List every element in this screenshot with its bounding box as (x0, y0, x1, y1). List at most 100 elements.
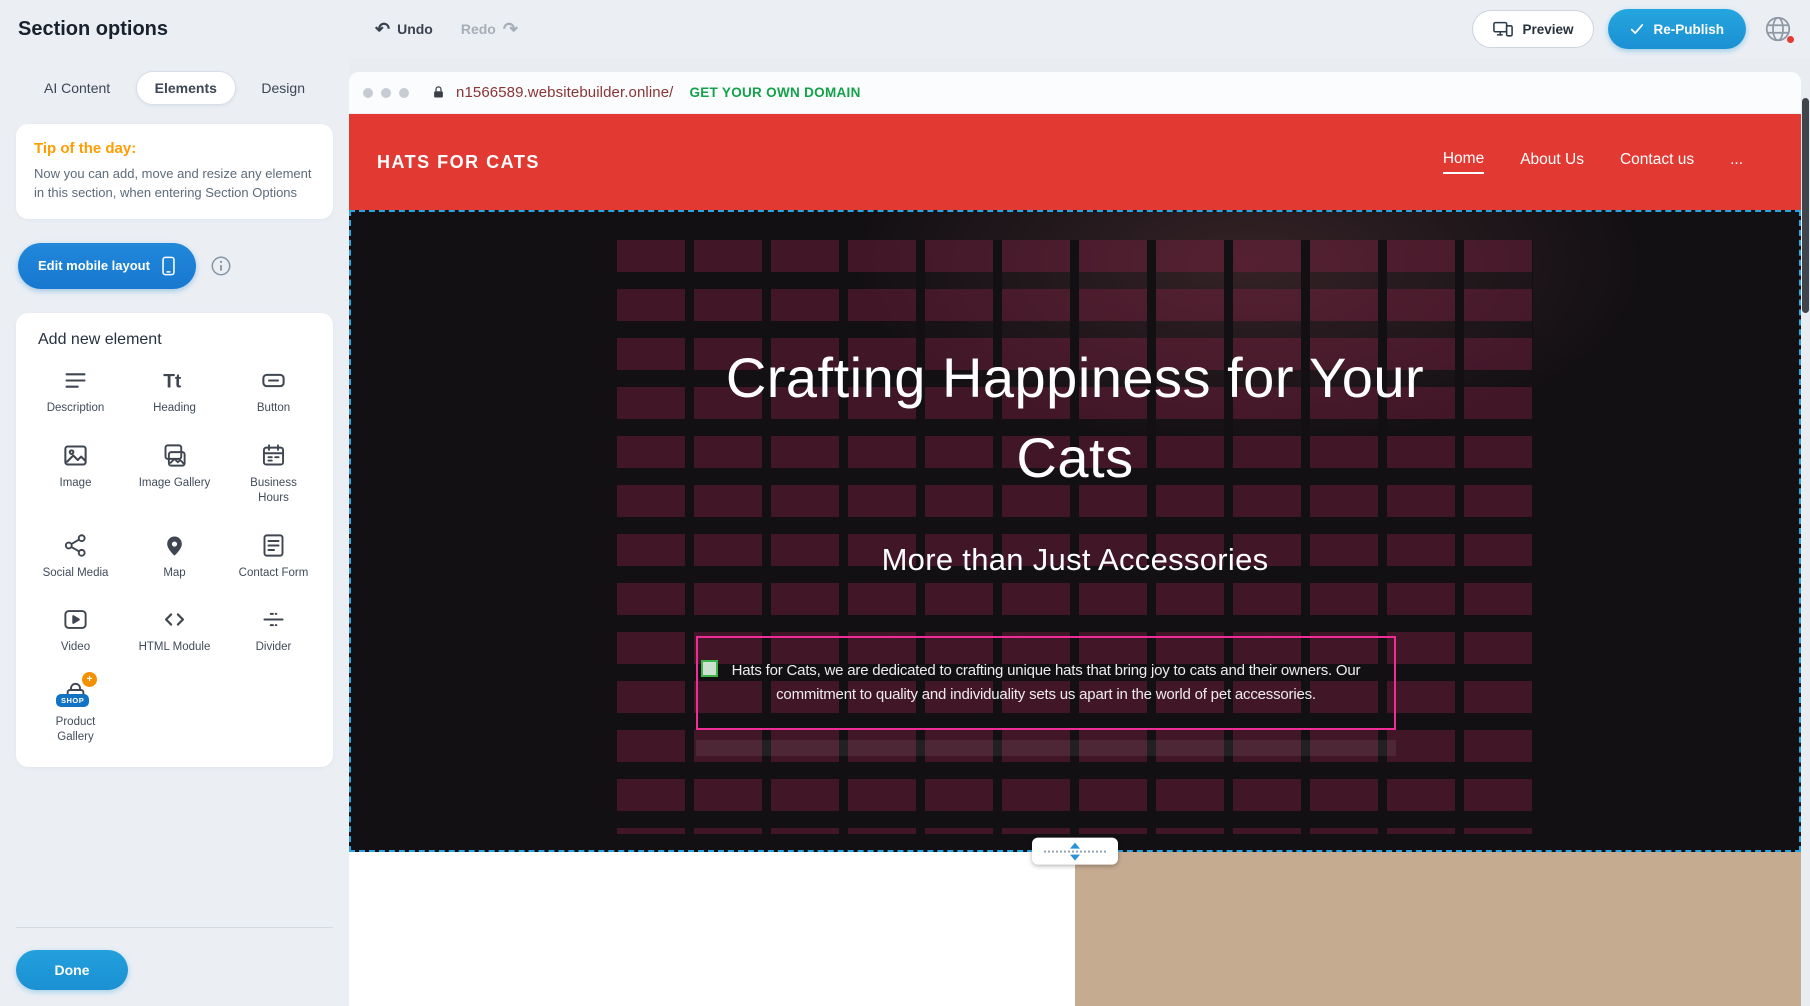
add-element-image[interactable]: Image (28, 442, 123, 506)
redo-icon: ↷ (503, 20, 518, 38)
window-dots (363, 88, 409, 98)
undo-label: Undo (397, 21, 433, 37)
app: Section options ↶ Undo Redo ↷ Preview (0, 0, 1810, 1006)
get-domain-link[interactable]: GET YOUR OWN DOMAIN (689, 85, 860, 100)
done-button[interactable]: Done (16, 950, 128, 990)
history-controls: ↶ Undo Redo ↷ (375, 20, 518, 38)
sidebar-divider (16, 927, 333, 928)
element-label: Video (61, 640, 90, 655)
tab-ai-content[interactable]: AI Content (26, 72, 128, 104)
notification-dot (1787, 36, 1794, 43)
sidebar-tabs: AI Content Elements Design (16, 66, 333, 110)
phone-icon (161, 256, 176, 276)
element-label: Product Gallery (39, 715, 113, 745)
add-element-business-hours[interactable]: Business Hours (226, 442, 321, 506)
section-resize-handle[interactable] (1032, 838, 1118, 865)
hero-text-block: Crafting Happiness for Your Cats More th… (351, 212, 1799, 578)
add-element-panel: Add new element Description Tt Heading (16, 313, 333, 768)
add-element-button[interactable]: Button (226, 367, 321, 416)
check-icon (1630, 23, 1644, 35)
hero-heading[interactable]: Crafting Happiness for Your Cats (690, 338, 1460, 498)
hero-body-text: Hats for Cats, we are dedicated to craft… (718, 659, 1374, 707)
edit-mobile-label: Edit mobile layout (38, 258, 150, 273)
add-element-heading[interactable]: Tt Heading (127, 367, 222, 416)
scrollbar-thumb[interactable] (1802, 98, 1809, 313)
hero-section-selected[interactable]: Crafting Happiness for Your Cats More th… (349, 210, 1801, 852)
svg-text:Tt: Tt (163, 371, 182, 392)
tab-elements[interactable]: Elements (136, 71, 236, 105)
image-gallery-icon (161, 442, 188, 469)
element-label: Divider (256, 640, 292, 655)
add-element-social-media[interactable]: Social Media (28, 532, 123, 581)
faded-element-placeholder (696, 740, 1396, 756)
tab-design[interactable]: Design (243, 72, 323, 104)
element-label: Heading (153, 401, 196, 416)
element-label: HTML Module (139, 640, 211, 655)
sidebar: AI Content Elements Design Tip of the da… (0, 58, 349, 1006)
nav-more-menu[interactable]: ... (1730, 151, 1743, 173)
upgrade-badge-icon: + (82, 672, 97, 687)
contact-form-icon (260, 532, 287, 559)
hero-subheading[interactable]: More than Just Accessories (351, 542, 1799, 578)
element-label: Button (257, 401, 290, 416)
info-icon[interactable] (210, 255, 232, 277)
image-icon (62, 442, 89, 469)
top-toolbar: Section options ↶ Undo Redo ↷ Preview (0, 0, 1810, 58)
browser-chrome: n1566589.websitebuilder.online/ GET YOUR… (349, 72, 1801, 114)
republish-label: Re-Publish (1653, 22, 1724, 37)
element-label: Image (60, 476, 92, 491)
divider-icon (260, 606, 287, 633)
html-module-icon (161, 606, 188, 633)
tip-card: Tip of the day: Now you can add, move an… (16, 124, 333, 219)
site-preview: HATS FOR CATS Home About Us Contact us .… (349, 114, 1801, 1006)
page-title: Section options (18, 18, 168, 41)
video-icon (62, 606, 89, 633)
resize-arrow-up-icon (1070, 842, 1080, 848)
tip-body: Now you can add, move and resize any ele… (34, 165, 315, 203)
product-gallery-icon: SHOP + (62, 681, 89, 708)
next-section[interactable] (349, 852, 1801, 1006)
hero-body-text-selected[interactable]: Hats for Cats, we are dedicated to craft… (696, 636, 1396, 730)
element-label: Map (163, 566, 185, 581)
social-media-icon (62, 532, 89, 559)
description-icon (62, 367, 89, 394)
devices-icon (1493, 21, 1513, 37)
add-element-map[interactable]: Map (127, 532, 222, 581)
add-element-product-gallery[interactable]: SHOP + Product Gallery (28, 681, 123, 745)
add-element-html-module[interactable]: HTML Module (127, 606, 222, 655)
element-label: Business Hours (237, 476, 311, 506)
redo-button[interactable]: Redo ↷ (461, 20, 518, 38)
business-hours-icon (260, 442, 287, 469)
resize-arrow-down-icon (1070, 854, 1080, 860)
element-label: Description (47, 401, 105, 416)
topbar-actions: Preview Re-Publish (1472, 9, 1796, 49)
pavement-photo (1075, 852, 1801, 1006)
add-element-title: Add new element (38, 331, 321, 349)
heading-icon: Tt (161, 367, 188, 394)
site-header: HATS FOR CATS Home About Us Contact us .… (349, 114, 1801, 210)
add-element-divider[interactable]: Divider (226, 606, 321, 655)
site-nav: Home About Us Contact us ... (1443, 150, 1743, 174)
add-element-contact-form[interactable]: Contact Form (226, 532, 321, 581)
add-element-video[interactable]: Video (28, 606, 123, 655)
nav-contact-us[interactable]: Contact us (1620, 151, 1694, 173)
element-label: Image Gallery (139, 476, 211, 491)
add-element-image-gallery[interactable]: Image Gallery (127, 442, 222, 506)
edit-mobile-row: Edit mobile layout (16, 243, 333, 289)
element-label: Contact Form (239, 566, 309, 581)
site-url: n1566589.websitebuilder.online/ (456, 84, 673, 101)
edit-mobile-layout-button[interactable]: Edit mobile layout (18, 243, 196, 289)
drag-handle[interactable] (701, 660, 718, 677)
nav-about-us[interactable]: About Us (1520, 151, 1584, 173)
nav-home[interactable]: Home (1443, 150, 1484, 174)
language-globe-button[interactable] (1760, 11, 1796, 47)
redo-label: Redo (461, 21, 496, 37)
shop-badge: SHOP (56, 694, 89, 707)
preview-label: Preview (1522, 22, 1573, 37)
preview-button[interactable]: Preview (1472, 10, 1594, 48)
undo-button[interactable]: ↶ Undo (375, 20, 433, 38)
map-pin-icon (161, 532, 188, 559)
site-logo[interactable]: HATS FOR CATS (377, 152, 540, 173)
republish-button[interactable]: Re-Publish (1608, 9, 1746, 49)
add-element-description[interactable]: Description (28, 367, 123, 416)
